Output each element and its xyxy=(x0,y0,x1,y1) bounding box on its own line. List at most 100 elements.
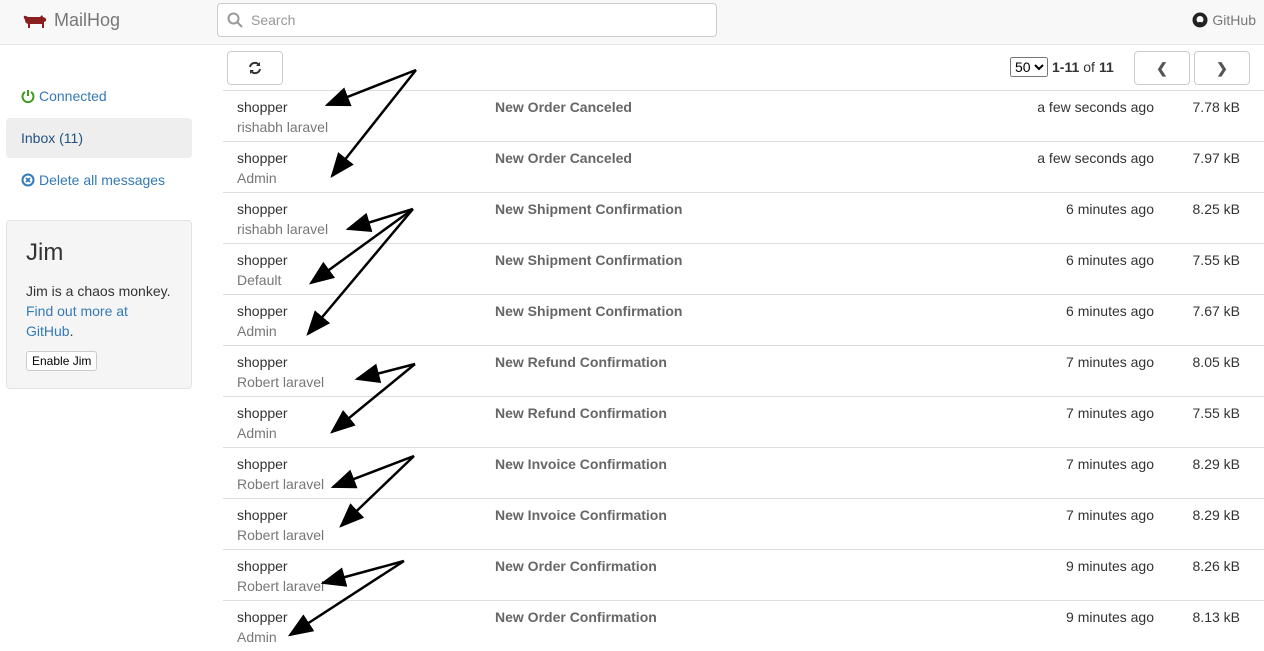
message-size: 8.29 kB xyxy=(1192,507,1240,523)
message-row[interactable]: shopper rishabh laravel New Shipment Confi… xyxy=(223,192,1264,243)
power-icon xyxy=(21,90,35,103)
message-time: 6 minutes ago xyxy=(1066,201,1154,217)
message-to: Robert laravel xyxy=(237,476,325,492)
message-to: Robert laravel xyxy=(237,374,325,390)
message-subject: New Shipment Confirmation xyxy=(495,201,683,217)
message-size: 8.13 kB xyxy=(1192,609,1240,625)
message-time: a few seconds ago xyxy=(1037,150,1154,166)
message-subject: New Refund Confirmation xyxy=(495,354,667,370)
message-row[interactable]: shopper Admin New Shipment Confirmation 6 m… xyxy=(223,294,1264,345)
message-from: shopper xyxy=(237,456,288,472)
message-size: 8.29 kB xyxy=(1192,456,1240,472)
message-from: shopper xyxy=(237,201,288,217)
jim-panel: Jim Jim is a chaos monkey. Find out more … xyxy=(6,220,192,389)
message-time: 7 minutes ago xyxy=(1066,405,1154,421)
period: . xyxy=(69,323,74,339)
chevron-right-icon: ❯ xyxy=(1216,59,1228,76)
message-time: 6 minutes ago xyxy=(1066,303,1154,319)
connected-status: Connected xyxy=(21,88,107,104)
message-to: Robert laravel xyxy=(237,578,325,594)
message-from: shopper xyxy=(237,507,288,523)
message-row[interactable]: shopper rishabh laravel New Order Canceled… xyxy=(223,90,1264,141)
message-time: 7 minutes ago xyxy=(1066,354,1154,370)
message-size: 7.78 kB xyxy=(1192,99,1240,115)
message-subject: New Order Canceled xyxy=(495,99,632,115)
enable-jim-button[interactable]: Enable Jim xyxy=(26,351,98,371)
message-to: Admin xyxy=(237,170,277,186)
refresh-icon xyxy=(249,61,261,75)
message-to: Admin xyxy=(237,323,277,339)
jim-description: Jim is a chaos monkey. xyxy=(26,283,171,299)
message-time: 7 minutes ago xyxy=(1066,456,1154,472)
message-from: shopper xyxy=(237,609,288,625)
message-row[interactable]: shopper Admin New Order Canceled a few seco… xyxy=(223,141,1264,192)
refresh-button[interactable] xyxy=(227,51,283,85)
navbar: MailHog GitHub xyxy=(0,0,1264,45)
message-subject: New Invoice Confirmation xyxy=(495,507,667,523)
message-time: 6 minutes ago xyxy=(1066,252,1154,268)
pagination-info: 50 1-11 of 11 xyxy=(1010,57,1114,77)
message-from: shopper xyxy=(237,558,288,574)
range: 1-11 xyxy=(1052,59,1080,75)
message-to: rishabh laravel xyxy=(237,119,329,135)
github-icon xyxy=(1192,12,1208,28)
message-time: 9 minutes ago xyxy=(1066,558,1154,574)
message-from: shopper xyxy=(237,150,288,166)
message-row[interactable]: shopper Robert laravel New Order Confirmat… xyxy=(223,549,1264,600)
message-from: shopper xyxy=(237,252,288,268)
github-label: GitHub xyxy=(1212,12,1256,28)
message-from: shopper xyxy=(237,303,288,319)
search-input[interactable] xyxy=(249,11,689,29)
next-page-button[interactable]: ❯ xyxy=(1194,51,1250,85)
delete-all-label: Delete all messages xyxy=(39,172,166,188)
message-subject: New Refund Confirmation xyxy=(495,405,667,421)
message-to: Admin xyxy=(237,629,277,645)
message-subject: New Shipment Confirmation xyxy=(495,303,683,319)
message-from: shopper xyxy=(237,405,288,421)
message-subject: New Invoice Confirmation xyxy=(495,456,667,472)
delete-all-button[interactable]: Delete all messages xyxy=(21,172,165,188)
message-subject: New Order Confirmation xyxy=(495,609,657,625)
search-box[interactable] xyxy=(217,3,717,37)
close-circle-icon xyxy=(21,173,35,187)
message-list: shopper rishabh laravel New Order Canceled… xyxy=(223,90,1264,651)
message-row[interactable]: shopper Admin New Order Confirmation 9 minu… xyxy=(223,600,1264,651)
message-subject: New Order Confirmation xyxy=(495,558,657,574)
message-row[interactable]: shopper Robert laravel New Refund Confirma… xyxy=(223,345,1264,396)
message-subject: New Order Canceled xyxy=(495,150,632,166)
brand-name: MailHog xyxy=(54,10,121,30)
sidebar-item-inbox[interactable]: Inbox (11) xyxy=(6,118,192,158)
message-to: rishabh laravel xyxy=(237,221,329,237)
of: of xyxy=(1083,59,1095,75)
message-time: 9 minutes ago xyxy=(1066,609,1154,625)
message-row[interactable]: shopper Default New Shipment Confirmation 6… xyxy=(223,243,1264,294)
message-row[interactable]: shopper Robert laravel New Invoice Confirm… xyxy=(223,498,1264,549)
message-time: a few seconds ago xyxy=(1037,99,1154,115)
message-to: Admin xyxy=(237,425,277,441)
brand-link[interactable]: MailHog xyxy=(22,10,120,31)
message-time: 7 minutes ago xyxy=(1066,507,1154,523)
search-icon xyxy=(227,12,243,28)
jim-title: Jim xyxy=(26,239,64,266)
total: 11 xyxy=(1098,59,1114,75)
message-to: Robert laravel xyxy=(237,527,325,543)
page-size-select[interactable]: 50 xyxy=(1010,57,1048,77)
message-row[interactable]: shopper Admin New Refund Confirmation 7 min… xyxy=(223,396,1264,447)
message-from: shopper xyxy=(237,354,288,370)
chevron-left-icon: ❮ xyxy=(1156,59,1168,76)
message-to: Default xyxy=(237,272,282,288)
pig-logo-icon xyxy=(23,14,47,28)
message-row[interactable]: shopper Robert laravel New Invoice Confirm… xyxy=(223,447,1264,498)
message-size: 8.25 kB xyxy=(1192,201,1240,217)
message-from: shopper xyxy=(237,99,288,115)
message-size: 7.55 kB xyxy=(1192,405,1240,421)
prev-page-button[interactable]: ❮ xyxy=(1134,51,1190,85)
github-link[interactable]: GitHub xyxy=(1192,12,1256,28)
message-subject: New Shipment Confirmation xyxy=(495,252,683,268)
connected-label: Connected xyxy=(39,88,107,104)
message-size: 7.67 kB xyxy=(1192,303,1240,319)
message-size: 8.26 kB xyxy=(1192,558,1240,574)
message-size: 7.97 kB xyxy=(1192,150,1240,166)
message-size: 8.05 kB xyxy=(1192,354,1240,370)
jim-github-link[interactable]: Find out more at GitHub xyxy=(26,303,128,339)
